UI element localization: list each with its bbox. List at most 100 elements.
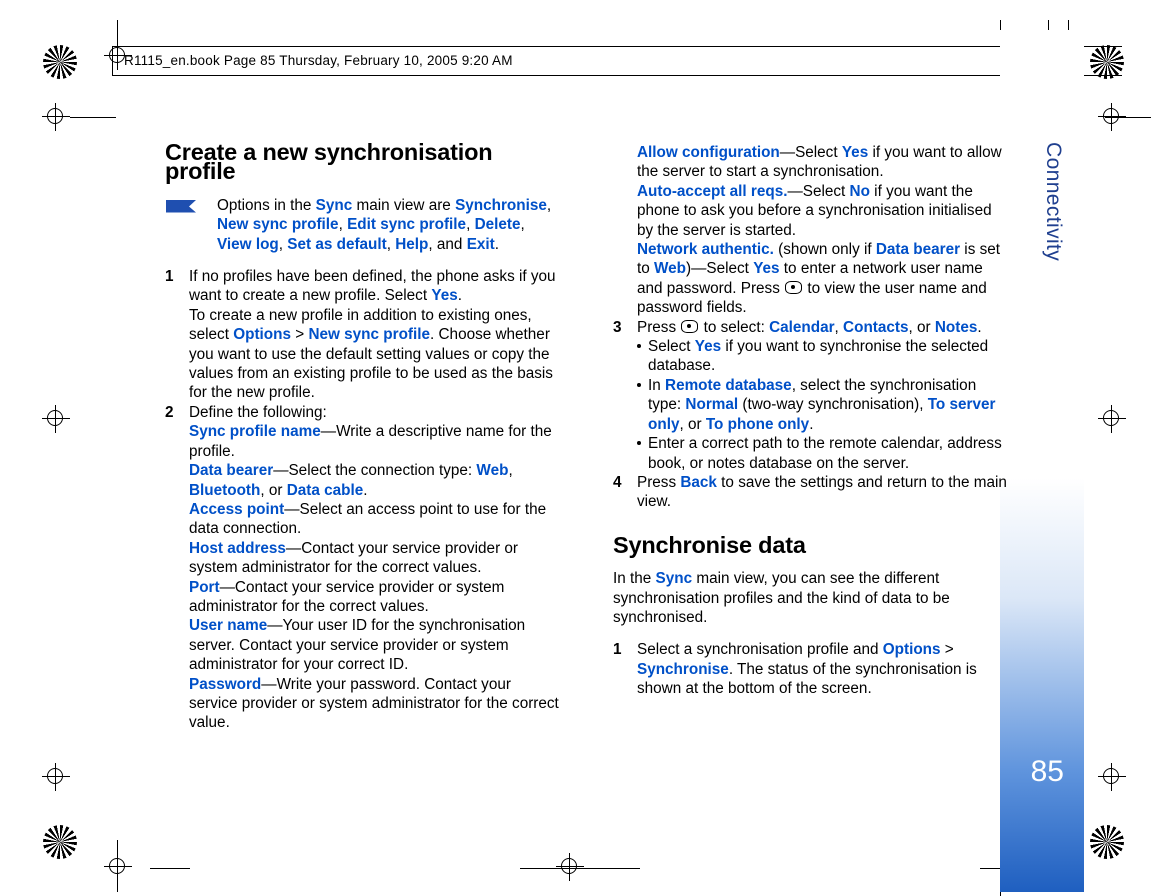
field-desc-data-bearer: —Select the connection type: — [273, 462, 477, 480]
note-flag-icon — [166, 199, 196, 213]
chapter-title: Connectivity — [1042, 142, 1065, 262]
term-options: Options — [233, 326, 292, 344]
crop-line-left-v-bottom — [117, 840, 118, 892]
crop-line-top-left-v — [117, 20, 118, 46]
note-text: Options in the — [217, 196, 316, 214]
step-3-number: 3 — [613, 318, 622, 336]
term-sync-2: Sync — [655, 570, 693, 588]
note-term-new-sync-profile: New sync profile — [217, 216, 339, 234]
field-auto-accept: Auto-accept all reqs.—Select No if you w… — [637, 182, 1011, 240]
note-term-sync: Sync — [315, 196, 353, 214]
network-auth-text-1: (shown only if — [773, 241, 876, 259]
term-yes: Yes — [431, 287, 458, 305]
note-period: . — [494, 235, 499, 253]
note-term-exit: Exit — [466, 235, 495, 253]
term-new-sync-profile: New sync profile — [308, 326, 431, 344]
field-user-name: User name—Your user ID for the synchroni… — [189, 616, 563, 674]
note-sep-2: , — [338, 216, 348, 234]
term-data-bearer-ref: Data bearer — [875, 241, 961, 259]
field-label-user-name: User name — [189, 617, 268, 635]
note-sep-7: , and — [428, 235, 467, 253]
note-term-edit-sync-profile: Edit sync profile — [347, 216, 467, 234]
navi-key-icon-2 — [681, 319, 699, 333]
registration-mark-left-upper — [42, 103, 70, 131]
bullet-1-text-1: Select — [648, 338, 695, 356]
field-label-access-point: Access point — [189, 500, 285, 518]
term-web-ref: Web — [654, 260, 687, 278]
field-label-auto-accept: Auto-accept all reqs. — [637, 182, 788, 200]
crop-line-bottom-left-h — [150, 868, 190, 869]
section-title-synchronise-data: Synchronise data — [613, 531, 806, 558]
field-access-point: Access point—Select an access point to u… — [189, 500, 563, 539]
field-label-data-bearer: Data bearer — [189, 462, 274, 480]
field-network-authentic: Network authentic. (shown only if Data b… — [637, 240, 1011, 318]
note-sep-1: , — [546, 196, 552, 214]
field-allow-configuration: Allow configuration—Select Yes if you wa… — [637, 143, 1011, 182]
term-data-cable: Data cable — [286, 481, 364, 499]
list-item: Select Yes if you want to synchronise th… — [637, 337, 1011, 376]
crop-line-bottom-center-h — [520, 868, 640, 869]
term-back: Back — [680, 473, 717, 491]
right-text-column: Allow configuration—Select Yes if you wa… — [613, 143, 1011, 699]
bullet-2-text-1: In — [648, 376, 666, 394]
term-yes-network: Yes — [753, 260, 780, 278]
crop-line-right-h — [1105, 117, 1151, 118]
registration-mark-bottom-left — [104, 853, 132, 881]
field-password: Password—Write your password. Contact yo… — [189, 675, 563, 733]
step-3-para: Press to select: Calendar, Contacts, or … — [637, 318, 1011, 337]
note-text-2: main view are — [352, 196, 456, 214]
term-contacts: Contacts — [843, 318, 909, 336]
field-sync-profile-name: Sync profile name—Write a descriptive na… — [189, 422, 563, 461]
step-4-text-1: Press — [637, 473, 681, 491]
field-desc-allow-configuration: —Select — [779, 144, 842, 161]
navi-key-icon-1 — [785, 280, 803, 294]
field-label-host-address: Host address — [189, 539, 286, 557]
note-term-synchronise: Synchronise — [455, 196, 547, 214]
term-calendar: Calendar — [769, 318, 835, 336]
registration-mark-left-middle — [42, 405, 70, 433]
starburst-mark-bottom-right — [1090, 825, 1124, 859]
term-web: Web — [476, 462, 509, 480]
note-term-set-as-default: Set as default — [287, 235, 387, 253]
term-bluetooth: Bluetooth — [189, 481, 261, 499]
term-options-2: Options — [882, 641, 941, 659]
data-bearer-period: . — [363, 481, 368, 499]
step-1-text-1: If no profiles have been defined, the ph… — [189, 268, 556, 305]
left-text-column: Create a new synchronisation profile Opt… — [165, 140, 563, 733]
synchronise-data-intro: In the Sync main view, you can see the d… — [613, 569, 1011, 627]
term-yes-bullet: Yes — [694, 338, 722, 356]
crop-line-left-h — [70, 117, 116, 118]
note-sep-5: , — [278, 235, 288, 253]
network-auth-text-3: )—Select — [686, 260, 754, 278]
term-normal: Normal — [685, 396, 739, 414]
field-desc-port: —Contact your service provider or system… — [189, 578, 505, 615]
step-2-intro: Define the following: — [189, 403, 327, 421]
note-term-delete: Delete — [474, 216, 521, 234]
field-desc-auto-accept: —Select — [787, 182, 850, 200]
term-to-phone-only: To phone only — [705, 415, 810, 433]
step-3: 3 Press to select: Calendar, Contacts, o… — [613, 318, 1011, 337]
bullet-3-text-1: Enter a correct path to the remote calen… — [648, 435, 1002, 472]
sync-step-1-gt: > — [940, 641, 954, 659]
bullet-2-text-3: (two-way synchronisation), — [738, 396, 928, 414]
registration-mark-right-lower — [1098, 763, 1126, 791]
note-term-view-log: View log — [217, 235, 279, 253]
registration-mark-left-lower — [42, 763, 70, 791]
step-3-period: . — [977, 318, 982, 336]
data-bearer-sep-2: , or — [260, 481, 287, 499]
term-no: No — [849, 182, 870, 200]
step-4-number: 4 — [613, 473, 622, 491]
term-synchronise-2: Synchronise — [637, 660, 729, 678]
sync-step-1-text-1: Select a synchronisation profile and — [637, 641, 883, 659]
step-3-text-2: to select: — [699, 318, 770, 336]
note-block: Options in the Sync main view are Synchr… — [165, 196, 563, 254]
step-4-para: Press Back to save the settings and retu… — [637, 473, 1011, 512]
step-3-bullet-list: Select Yes if you want to synchronise th… — [613, 337, 1011, 473]
right-continuation-fields: Allow configuration—Select Yes if you wa… — [613, 143, 1011, 318]
step-3-sep-2: , or — [908, 318, 935, 336]
registration-mark-bottom-center — [556, 853, 584, 881]
note-sep-3: , — [466, 216, 475, 234]
term-remote-database: Remote database — [665, 376, 792, 394]
bullet-2-text-4: , or — [679, 415, 706, 433]
sync-step-1: 1 Select a synchronisation profile and O… — [613, 640, 1011, 698]
